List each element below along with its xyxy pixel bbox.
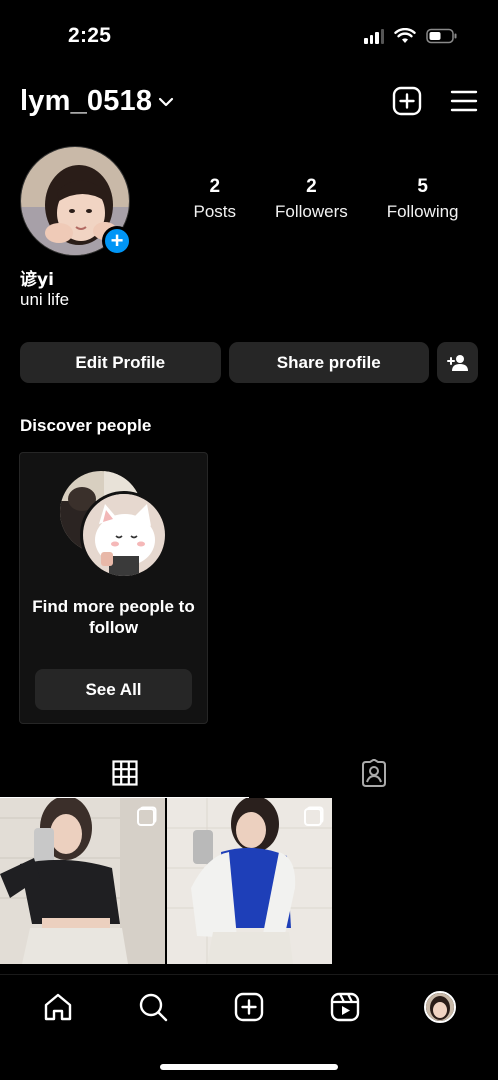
post-thumbnail[interactable] bbox=[167, 798, 332, 964]
nav-profile[interactable] bbox=[410, 982, 470, 1032]
stat-label: Posts bbox=[193, 202, 237, 221]
stat-following[interactable]: 5 Following bbox=[387, 176, 459, 222]
multi-photo-icon bbox=[137, 808, 155, 826]
bottom-navigation bbox=[0, 974, 498, 1080]
bio: uni life bbox=[20, 290, 70, 309]
stat-posts[interactable]: 2 Posts bbox=[193, 176, 236, 222]
stat-value: 5 bbox=[417, 176, 428, 197]
edit-profile-button[interactable]: Edit Profile bbox=[20, 342, 221, 383]
posts-grid bbox=[0, 798, 498, 964]
tab-tagged[interactable] bbox=[249, 748, 498, 798]
stat-label: Followers bbox=[274, 202, 348, 221]
profile-avatar-container[interactable]: + bbox=[20, 146, 132, 256]
stat-value: 2 bbox=[209, 176, 221, 197]
profile-tabs bbox=[0, 748, 498, 798]
create-post-icon[interactable] bbox=[392, 86, 422, 116]
stat-followers[interactable]: 2 Followers bbox=[275, 176, 348, 222]
chevron-down-icon[interactable] bbox=[158, 96, 174, 108]
status-bar: 2:25 bbox=[0, 0, 498, 72]
nav-reels[interactable] bbox=[315, 982, 375, 1032]
home-icon bbox=[44, 993, 71, 1021]
cellular-signal-icon bbox=[364, 28, 384, 44]
tab-posts-grid[interactable] bbox=[0, 748, 249, 798]
status-icons bbox=[364, 28, 458, 44]
add-person-icon bbox=[446, 354, 468, 371]
discover-people-title: Discover people bbox=[20, 416, 152, 435]
discover-card-text: Find more people to follow bbox=[32, 597, 195, 637]
battery-icon bbox=[426, 28, 457, 44]
suggested-avatars bbox=[60, 471, 170, 579]
display-name: 谚yi bbox=[20, 270, 54, 290]
nav-create[interactable] bbox=[219, 982, 279, 1032]
profile-avatar-small bbox=[424, 991, 457, 1023]
nav-search[interactable] bbox=[123, 982, 183, 1032]
multi-photo-icon bbox=[304, 808, 322, 826]
profile-stats: 2 Posts 2 Followers 5 Following bbox=[174, 176, 478, 222]
home-indicator bbox=[160, 1064, 338, 1070]
grid-icon bbox=[111, 760, 138, 786]
create-icon bbox=[234, 992, 264, 1022]
suggested-avatar bbox=[80, 491, 168, 579]
add-story-button[interactable]: + bbox=[102, 226, 132, 256]
stat-value: 2 bbox=[306, 176, 317, 197]
profile-actions: Edit Profile Share profile bbox=[20, 342, 478, 383]
status-time: 2:25 bbox=[68, 24, 112, 47]
search-icon bbox=[140, 993, 168, 1022]
nav-home[interactable] bbox=[28, 982, 88, 1032]
stat-label: Following bbox=[386, 202, 459, 221]
tagged-icon bbox=[361, 759, 386, 787]
discover-card[interactable]: Find more people to follow See All bbox=[19, 452, 208, 724]
username-switcher[interactable]: lym_0518 bbox=[20, 85, 152, 118]
reels-icon bbox=[330, 992, 359, 1022]
post-thumbnail[interactable] bbox=[0, 798, 165, 964]
menu-icon[interactable] bbox=[450, 89, 478, 113]
discover-people-button[interactable] bbox=[437, 342, 478, 383]
profile-header: lym_0518 bbox=[20, 78, 478, 124]
share-profile-button[interactable]: Share profile bbox=[228, 342, 429, 383]
see-all-button[interactable]: See All bbox=[35, 669, 192, 710]
wifi-icon bbox=[394, 28, 416, 43]
